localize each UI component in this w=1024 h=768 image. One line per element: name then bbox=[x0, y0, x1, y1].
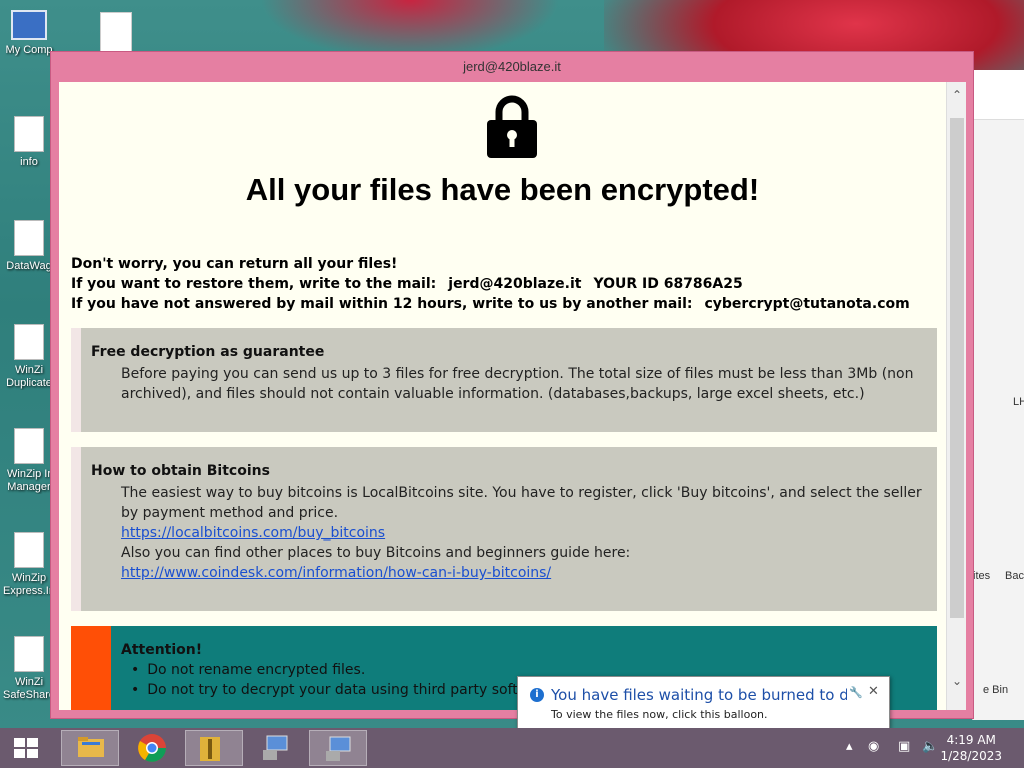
taskbar-file-explorer[interactable] bbox=[61, 730, 119, 766]
desktop-icon-label: My Comp bbox=[5, 44, 53, 56]
clock-time: 4:19 AM bbox=[946, 733, 996, 747]
vertical-scrollbar[interactable]: ⌃ ⌄ bbox=[946, 82, 966, 710]
file-icon bbox=[14, 532, 44, 568]
explorer-window-partial[interactable]: LH ites Bac e Bin bbox=[972, 70, 1024, 720]
intro-line-2-prefix: If you want to restore them, write to th… bbox=[71, 276, 437, 292]
desktop-icon-my-computer[interactable]: My Comp bbox=[0, 10, 58, 57]
file-icon bbox=[14, 428, 44, 464]
chrome-icon bbox=[138, 734, 166, 762]
bitcoin-box: How to obtain Bitcoins The easiest way t… bbox=[71, 447, 937, 611]
headline: All your files have been encrypted! bbox=[245, 172, 760, 207]
localbitcoins-link[interactable]: https://localbitcoins.com/buy_bitcoins bbox=[121, 525, 385, 541]
explorer-label: LH bbox=[1013, 396, 1024, 408]
backup-email: cybercrypt@tutanota.com bbox=[704, 296, 910, 312]
desktop-icon-label: WinZip Ir Manager bbox=[7, 468, 51, 493]
scrollbar-thumb[interactable] bbox=[950, 118, 964, 618]
burn-disc-icon[interactable]: ◉ bbox=[868, 739, 879, 754]
archive-icon bbox=[200, 737, 220, 761]
explorer-label: Bac bbox=[1005, 570, 1024, 582]
desktop-icon-file[interactable] bbox=[100, 12, 132, 52]
bitcoin-title: How to obtain Bitcoins bbox=[91, 463, 270, 479]
attention-title: Attention! bbox=[121, 642, 203, 658]
taskbar-app-1[interactable] bbox=[247, 730, 305, 766]
explorer-toolbar bbox=[973, 70, 1024, 120]
bitcoin-text: The easiest way to buy bitcoins is Local… bbox=[81, 479, 937, 583]
desktop-icon-label: WinZi SafeShare bbox=[3, 676, 55, 701]
volume-icon[interactable]: 🔈 bbox=[922, 739, 938, 754]
explorer-label: e Bin bbox=[983, 684, 1009, 696]
balloon-title: You have files waiting to be burned to d… bbox=[551, 686, 847, 704]
ransom-content: All your files have been encrypted! Don'… bbox=[59, 82, 966, 710]
intro-line-2: If you want to restore them, write to th… bbox=[71, 274, 941, 294]
taskbar-chrome[interactable] bbox=[123, 730, 181, 766]
free-decryption-box: Free decryption as guarantee Before payi… bbox=[71, 328, 937, 432]
victim-id: YOUR ID 68786A25 bbox=[593, 276, 743, 292]
scroll-down-icon[interactable]: ⌄ bbox=[947, 674, 966, 688]
padlock-icon bbox=[487, 95, 537, 158]
bitcoin-text-1: The easiest way to buy bitcoins is Local… bbox=[121, 485, 922, 521]
window-title: jerd@420blaze.it bbox=[463, 59, 561, 74]
computer-icon bbox=[11, 10, 47, 40]
clock-date: 1/28/2023 bbox=[940, 749, 1002, 763]
intro-line-3: If you have not answered by mail within … bbox=[71, 294, 941, 314]
show-hidden-icons-icon[interactable]: ▴ bbox=[846, 739, 853, 754]
balloon-subtitle: To view the files now, click this balloo… bbox=[551, 708, 768, 721]
file-icon bbox=[14, 324, 44, 360]
explorer-label: ites bbox=[973, 570, 991, 582]
intro-text: Don't worry, you can return all your fil… bbox=[71, 254, 941, 314]
free-decryption-title: Free decryption as guarantee bbox=[91, 344, 325, 360]
desktop-icon-label: WinZi Duplicate bbox=[6, 364, 52, 389]
info-icon: i bbox=[530, 688, 544, 702]
start-button[interactable] bbox=[14, 738, 38, 758]
settings-wrench-icon[interactable]: 🔧 bbox=[849, 686, 863, 699]
desktop-icon-label: info bbox=[20, 156, 38, 168]
burn-files-balloon[interactable]: i You have files waiting to be burned to… bbox=[517, 676, 890, 744]
desktop-icon-label: WinZip Express.In bbox=[3, 572, 55, 597]
coindesk-link[interactable]: http://www.coindesk.com/information/how-… bbox=[121, 565, 551, 581]
network-icon[interactable]: ▣ bbox=[898, 739, 910, 754]
taskbar-app-2[interactable] bbox=[309, 730, 367, 766]
network-computer-icon bbox=[326, 736, 351, 761]
windows-logo-icon bbox=[14, 738, 25, 747]
scroll-up-icon[interactable]: ⌃ bbox=[947, 88, 966, 102]
free-decryption-text: Before paying you can send us up to 3 fi… bbox=[121, 366, 914, 402]
intro-line-3-prefix: If you have not answered by mail within … bbox=[71, 296, 693, 312]
file-icon bbox=[14, 636, 44, 672]
network-computer-icon bbox=[263, 735, 288, 760]
bitcoin-text-2: Also you can find other places to buy Bi… bbox=[121, 545, 631, 561]
intro-line-1: Don't worry, you can return all your fil… bbox=[71, 256, 398, 272]
folder-icon bbox=[78, 737, 104, 757]
text-file-icon bbox=[14, 116, 44, 152]
taskbar-winzip[interactable] bbox=[185, 730, 243, 766]
taskbar: ▴ ◉ ▣ 🔈 4:19 AM 1/28/2023 bbox=[0, 728, 1024, 768]
contact-email: jerd@420blaze.it bbox=[448, 276, 582, 292]
clock[interactable]: 4:19 AM 1/28/2023 bbox=[940, 732, 1002, 764]
ransom-window[interactable]: jerd@420blaze.it All your files have bee… bbox=[50, 51, 974, 719]
close-icon[interactable]: ✕ bbox=[868, 684, 879, 699]
desktop-icon-label: DataWag bbox=[6, 260, 52, 272]
file-icon bbox=[14, 220, 44, 256]
